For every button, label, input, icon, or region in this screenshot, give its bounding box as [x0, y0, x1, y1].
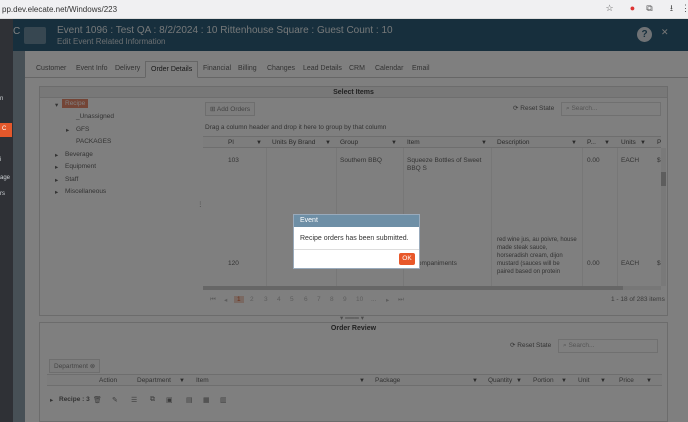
sidebar-active-item[interactable]: C	[0, 123, 12, 137]
sidebar-text: n	[0, 96, 4, 102]
sidebar-text: rs	[0, 191, 5, 197]
sidebar-text: i	[0, 157, 2, 163]
extensions-puzzle-icon[interactable]: ⧉	[644, 3, 655, 14]
url-text[interactable]: pp.dev.elecate.net/Windows/223	[2, 5, 117, 14]
download-icon[interactable]: ⭳	[666, 3, 677, 14]
ok-button[interactable]: OK	[399, 253, 415, 265]
browser-url-bar[interactable]: pp.dev.elecate.net/Windows/223 ☆ ● ⧉ ⭳ ⋮	[0, 0, 688, 19]
menu-icon[interactable]: ⋮	[680, 3, 688, 14]
left-sidebar: n C i age rs	[0, 19, 13, 422]
bookmark-star-icon[interactable]: ☆	[604, 3, 615, 14]
extension-icon[interactable]: ●	[627, 3, 638, 14]
sidebar-text: age	[0, 175, 11, 181]
dialog-title: Event	[294, 215, 419, 227]
sidebar-text: C	[2, 126, 7, 132]
dialog-message: Recipe orders has been submitted.	[294, 227, 419, 250]
event-dialog: Event Recipe orders has been submitted. …	[293, 214, 420, 269]
